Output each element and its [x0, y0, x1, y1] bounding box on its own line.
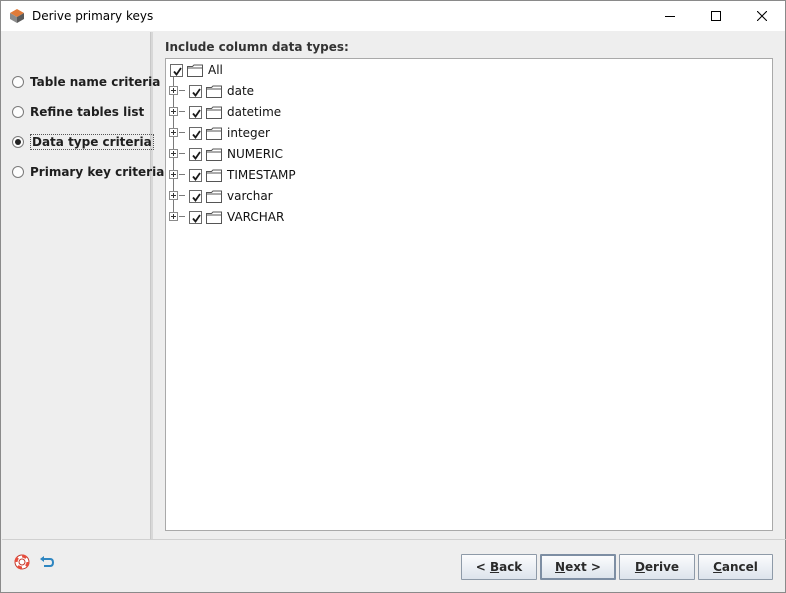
tree-branch: [179, 195, 185, 196]
tree-branch: [179, 111, 185, 112]
undo-arrow-icon[interactable]: [39, 554, 55, 570]
derive-button-mnemonic: D: [634, 560, 645, 574]
step-label: Primary key criteria: [30, 165, 165, 179]
data-type-tree[interactable]: All date datetime integer NUMERIC TIMEST…: [165, 58, 773, 531]
close-button[interactable]: [739, 1, 785, 31]
back-button-prefix: <: [475, 560, 490, 574]
tree-label: integer: [227, 126, 270, 140]
tree-node-integer[interactable]: integer: [189, 124, 270, 142]
tree-node-timestamp[interactable]: TIMESTAMP: [189, 166, 296, 184]
folder-icon: [206, 85, 222, 98]
back-button[interactable]: < Back: [461, 554, 537, 580]
step-data-type-criteria[interactable]: Data type criteria: [12, 133, 154, 151]
checkmark-icon: [192, 171, 201, 181]
footer-separator: [2, 539, 786, 540]
checkmark-icon: [192, 150, 201, 160]
step-table-name-criteria[interactable]: Table name criteria: [12, 73, 160, 91]
tree-branch: [179, 216, 185, 217]
folder-icon: [187, 64, 203, 77]
derive-button[interactable]: Derive: [619, 554, 695, 580]
wizard-steps-panel: Table name criteria Refine tables list D…: [2, 32, 164, 539]
checkbox-timestamp[interactable]: [189, 168, 202, 182]
tree-node-date[interactable]: date: [189, 82, 254, 100]
checkmark-icon: [173, 66, 182, 76]
radio-data-type-criteria[interactable]: [12, 136, 24, 148]
tree-node-varchar-upper[interactable]: VARCHAR: [189, 208, 284, 226]
tree-node-numeric[interactable]: NUMERIC: [189, 145, 283, 163]
tree-branch: [179, 132, 185, 133]
derive-button-rest: erive: [644, 560, 680, 574]
app-logo-icon: [10, 9, 24, 23]
checkbox-integer[interactable]: [189, 126, 202, 140]
tree-label: varchar: [227, 189, 273, 203]
checkmark-icon: [192, 108, 201, 118]
title-bar[interactable]: Derive primary keys: [1, 1, 785, 31]
cancel-button[interactable]: Cancel: [698, 554, 773, 580]
tree-node-datetime[interactable]: datetime: [189, 103, 281, 121]
folder-icon: [206, 169, 222, 182]
cancel-button-rest: ancel: [721, 560, 758, 574]
expand-toggle-varchar[interactable]: [169, 191, 178, 200]
tree-label: datetime: [227, 105, 282, 119]
folder-icon: [206, 127, 222, 140]
section-label: Include column data types:: [165, 40, 349, 54]
tree-label: TIMESTAMP: [227, 168, 296, 182]
tree-branch: [179, 174, 185, 175]
close-icon: [757, 11, 767, 21]
checkmark-icon: [192, 192, 201, 202]
step-label: Data type criteria: [30, 134, 154, 150]
radio-primary-key-criteria[interactable]: [12, 166, 24, 178]
expand-toggle-datetime[interactable]: [169, 107, 178, 116]
checkbox-numeric[interactable]: [189, 147, 202, 161]
maximize-button[interactable]: [693, 1, 739, 31]
checkmark-icon: [192, 213, 201, 223]
expand-toggle-numeric[interactable]: [169, 149, 178, 158]
maximize-icon: [711, 11, 721, 21]
expand-toggle-integer[interactable]: [169, 128, 178, 137]
window-title: Derive primary keys: [32, 9, 154, 23]
panel-divider: [151, 32, 153, 539]
tree-branch: [179, 153, 185, 154]
expand-toggle-date[interactable]: [169, 86, 178, 95]
expand-toggle-varchar-upper[interactable]: [169, 212, 178, 221]
step-label: Table name criteria: [30, 75, 161, 89]
radio-table-name-criteria[interactable]: [12, 76, 24, 88]
step-refine-tables-list[interactable]: Refine tables list: [12, 103, 144, 121]
checkmark-icon: [192, 129, 201, 139]
expand-toggle-timestamp[interactable]: [169, 170, 178, 179]
tree-label: VARCHAR: [227, 210, 285, 224]
checkbox-all[interactable]: [170, 63, 183, 77]
tree-branch: [179, 90, 185, 91]
cancel-button-mnemonic: C: [713, 560, 722, 574]
radio-refine-tables-list[interactable]: [12, 106, 24, 118]
folder-icon: [206, 190, 222, 203]
tree-label: All: [208, 63, 223, 77]
lifebuoy-icon[interactable]: [14, 554, 30, 570]
checkbox-datetime[interactable]: [189, 105, 202, 119]
tree-label: date: [227, 84, 255, 98]
back-button-mnemonic: B: [489, 560, 500, 574]
checkbox-date[interactable]: [189, 84, 202, 98]
next-button-rest: ext >: [565, 560, 601, 574]
folder-icon: [206, 148, 222, 161]
folder-icon: [206, 106, 222, 119]
step-label: Refine tables list: [30, 105, 145, 119]
next-button-mnemonic: N: [555, 560, 566, 574]
tree-label: NUMERIC: [227, 147, 283, 161]
minimize-button[interactable]: [647, 1, 693, 31]
back-button-rest: ack: [499, 560, 523, 574]
checkmark-icon: [192, 87, 201, 97]
next-button[interactable]: Next >: [540, 554, 616, 580]
step-primary-key-criteria[interactable]: Primary key criteria: [12, 163, 164, 181]
tree-node-varchar[interactable]: varchar: [189, 187, 273, 205]
dialog-window: Derive primary keys Table name criteria …: [0, 0, 786, 593]
folder-icon: [206, 211, 222, 224]
checkbox-varchar[interactable]: [189, 189, 202, 203]
minimize-icon: [665, 16, 675, 17]
checkbox-varchar-upper[interactable]: [189, 210, 202, 224]
tree-root-all[interactable]: All: [170, 61, 223, 79]
